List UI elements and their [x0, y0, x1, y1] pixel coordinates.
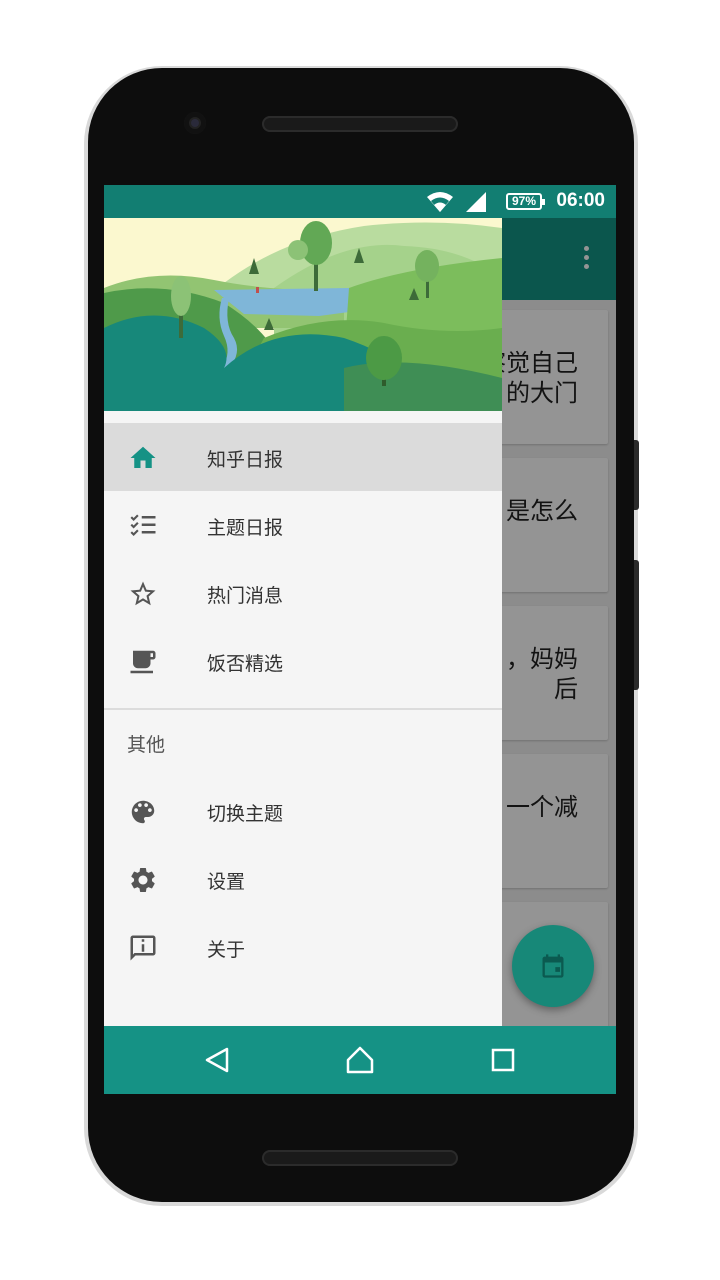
drawer-item-theme-daily[interactable]: 主题日报	[104, 491, 502, 559]
screen: 97% 06:00 察觉自己 的大门 是怎么 ，妈妈 后 一个减 到 挺	[104, 185, 616, 1094]
star-outline-icon	[130, 581, 156, 606]
drawer-section-title: 其他	[127, 734, 166, 756]
drawer-item-label: 关于	[207, 939, 246, 961]
drawer-item-fanfou[interactable]: 饭否精选	[104, 627, 502, 695]
front-camera	[184, 112, 206, 134]
drawer-item-settings[interactable]: 设置	[104, 845, 502, 913]
volume-button	[634, 440, 639, 510]
home-icon	[130, 446, 156, 468]
palette-icon	[131, 800, 155, 824]
drawer-header-illustration	[104, 218, 502, 411]
system-navigation-bar	[104, 1026, 616, 1094]
battery-indicator: 97%	[506, 193, 545, 210]
power-button	[634, 560, 639, 690]
drawer-item-label: 饭否精选	[207, 653, 284, 675]
drawer-item-label: 切换主题	[207, 803, 284, 825]
drawer-item-hot-news[interactable]: 热门消息	[104, 559, 502, 627]
wifi-icon	[427, 192, 453, 212]
calendar-icon	[542, 954, 564, 978]
drawer-item-about[interactable]: 关于	[104, 913, 502, 981]
drawer-item-zhihu-daily[interactable]: 知乎日报	[104, 423, 502, 491]
feedback-info-icon	[130, 935, 156, 961]
drawer-divider	[104, 708, 502, 710]
bottom-speaker	[262, 1150, 458, 1166]
checklist-icon	[130, 514, 156, 536]
status-bar: 97% 06:00	[104, 185, 616, 218]
drawer-item-label: 主题日报	[207, 517, 284, 539]
clock: 06:00	[556, 190, 605, 211]
coffee-icon	[130, 650, 156, 674]
recents-icon[interactable]	[487, 1044, 519, 1076]
drawer-item-label: 设置	[207, 871, 246, 893]
back-icon[interactable]	[202, 1044, 234, 1076]
drawer-item-switch-theme[interactable]: 切换主题	[104, 777, 502, 845]
home-nav-icon[interactable]	[344, 1044, 376, 1076]
top-speaker	[262, 116, 458, 132]
gear-icon	[131, 867, 155, 892]
drawer-item-label: 热门消息	[207, 585, 284, 607]
cell-signal-icon	[466, 192, 486, 212]
drawer-item-label: 知乎日报	[207, 449, 284, 471]
calendar-fab[interactable]	[512, 925, 594, 1007]
navigation-drawer: 知乎日报 主题日报 热门消息 饭否精选 其他 切换主题 设置 关于	[104, 218, 502, 1026]
